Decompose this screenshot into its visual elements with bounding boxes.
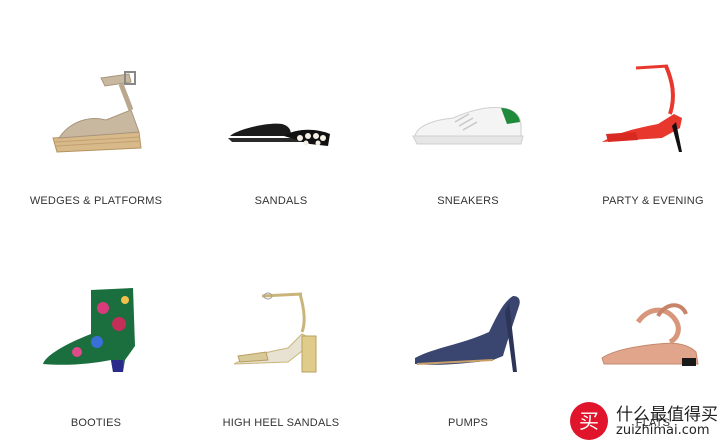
category-tile-sandals[interactable]: SANDALS [206,50,356,220]
category-label: BOOTIES [70,417,122,429]
category-tile-wedges-platforms[interactable]: WEDGES & PLATFORMS [21,50,171,220]
category-label: PUMPS [447,417,489,429]
category-tile-high-heel-sandals[interactable]: HIGH HEEL SANDALS [206,272,356,442]
category-tile-sneakers[interactable]: SNEAKERS [393,50,543,220]
watermark-logo: 买 什么最值得买 zuizhimai.com [566,398,724,444]
floral-bootie-icon [43,288,135,372]
category-label: SANDALS [254,195,308,207]
watermark-chinese-text: 什么最值得买 [616,405,718,425]
watermark-domain-text: zuizhimai.com [616,423,710,438]
category-tile-pumps[interactable]: PUMPS [393,272,543,442]
category-tile-party-evening[interactable]: PARTY & EVENING [578,50,724,220]
category-grid: WEDGES & PLATFORMS SANDALS SNEAKERS PART… [0,0,724,444]
watermark-badge-icon: 买 [570,402,608,440]
category-tile-booties[interactable]: BOOTIES [21,272,171,442]
metallic-heel-sandal-icon [233,292,317,373]
category-label: SNEAKERS [437,195,499,207]
red-heel-sandal-icon [602,64,682,152]
wedge-platform-shoe-icon [52,71,142,153]
pump-icon [415,296,520,372]
category-label: HIGH HEEL SANDALS [222,417,340,429]
sneaker-icon [412,107,524,145]
flat-shoe-icon [601,303,699,366]
slide-sandal-icon [228,123,330,146]
category-label: PARTY & EVENING [602,195,704,207]
category-label: WEDGES & PLATFORMS [29,195,163,207]
